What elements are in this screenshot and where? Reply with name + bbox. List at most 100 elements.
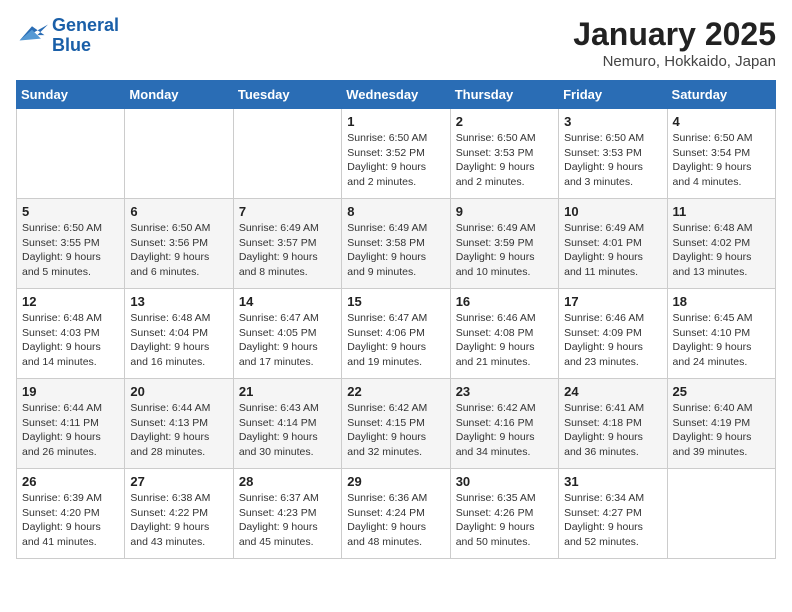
day-number: 30 [456,474,553,489]
page-header: General Blue January 2025 Nemuro, Hokkai… [16,16,776,70]
day-number: 5 [22,204,119,219]
calendar-cell [17,109,125,199]
day-number: 26 [22,474,119,489]
day-info: Sunrise: 6:37 AM Sunset: 4:23 PM Dayligh… [239,491,336,550]
day-info: Sunrise: 6:50 AM Sunset: 3:53 PM Dayligh… [564,131,661,190]
day-number: 18 [673,294,770,309]
day-number: 19 [22,384,119,399]
day-number: 31 [564,474,661,489]
calendar-cell: 23 Sunrise: 6:42 AM Sunset: 4:16 PM Dayli… [450,379,558,469]
day-info: Sunrise: 6:48 AM Sunset: 4:02 PM Dayligh… [673,221,770,280]
calendar-cell [667,469,775,559]
day-info: Sunrise: 6:49 AM Sunset: 3:58 PM Dayligh… [347,221,444,280]
calendar-cell: 18 Sunrise: 6:45 AM Sunset: 4:10 PM Dayli… [667,289,775,379]
calendar-cell: 22 Sunrise: 6:42 AM Sunset: 4:15 PM Dayli… [342,379,450,469]
calendar-title: January 2025 [573,16,776,53]
calendar-week-row: 19Sunrise: 6:44 AM Sunset: 4:11 PM Dayli… [17,379,776,469]
calendar-cell: 16 Sunrise: 6:46 AM Sunset: 4:08 PM Dayli… [450,289,558,379]
calendar-cell: 5 Sunrise: 6:50 AM Sunset: 3:55 PM Daylig… [17,199,125,289]
day-number: 1 [347,114,444,129]
day-number: 13 [130,294,227,309]
day-of-week-header: Friday [559,81,667,109]
day-of-week-header: Wednesday [342,81,450,109]
day-number: 7 [239,204,336,219]
day-info: Sunrise: 6:34 AM Sunset: 4:27 PM Dayligh… [564,491,661,550]
day-info: Sunrise: 6:50 AM Sunset: 3:52 PM Dayligh… [347,131,444,190]
calendar-cell: 12 Sunrise: 6:48 AM Sunset: 4:03 PM Dayli… [17,289,125,379]
day-info: Sunrise: 6:48 AM Sunset: 4:03 PM Dayligh… [22,311,119,370]
day-number: 16 [456,294,553,309]
day-info: Sunrise: 6:46 AM Sunset: 4:08 PM Dayligh… [456,311,553,370]
day-info: Sunrise: 6:40 AM Sunset: 4:19 PM Dayligh… [673,401,770,460]
calendar-cell: 6Sunrise: 6:50 AM Sunset: 3:56 PM Daylig… [125,199,233,289]
calendar-cell: 4 Sunrise: 6:50 AM Sunset: 3:54 PM Daylig… [667,109,775,199]
calendar-cell: 3Sunrise: 6:50 AM Sunset: 3:53 PM Daylig… [559,109,667,199]
calendar-cell [125,109,233,199]
day-of-week-header: Saturday [667,81,775,109]
calendar-cell: 24 Sunrise: 6:41 AM Sunset: 4:18 PM Dayli… [559,379,667,469]
day-of-week-header: Tuesday [233,81,341,109]
day-number: 10 [564,204,661,219]
day-number: 17 [564,294,661,309]
day-number: 28 [239,474,336,489]
day-info: Sunrise: 6:48 AM Sunset: 4:04 PM Dayligh… [130,311,227,370]
day-info: Sunrise: 6:41 AM Sunset: 4:18 PM Dayligh… [564,401,661,460]
day-number: 29 [347,474,444,489]
calendar-cell: 14Sunrise: 6:47 AM Sunset: 4:05 PM Dayli… [233,289,341,379]
day-number: 23 [456,384,553,399]
day-info: Sunrise: 6:39 AM Sunset: 4:20 PM Dayligh… [22,491,119,550]
day-info: Sunrise: 6:47 AM Sunset: 4:06 PM Dayligh… [347,311,444,370]
calendar-cell: 19Sunrise: 6:44 AM Sunset: 4:11 PM Dayli… [17,379,125,469]
day-of-week-header: Thursday [450,81,558,109]
day-number: 20 [130,384,227,399]
calendar-week-row: 5 Sunrise: 6:50 AM Sunset: 3:55 PM Daylig… [17,199,776,289]
calendar-cell: 1 Sunrise: 6:50 AM Sunset: 3:52 PM Daylig… [342,109,450,199]
day-info: Sunrise: 6:47 AM Sunset: 4:05 PM Dayligh… [239,311,336,370]
calendar-cell: 7 Sunrise: 6:49 AM Sunset: 3:57 PM Daylig… [233,199,341,289]
calendar-cell: 13 Sunrise: 6:48 AM Sunset: 4:04 PM Dayli… [125,289,233,379]
day-number: 4 [673,114,770,129]
day-of-week-header: Sunday [17,81,125,109]
day-info: Sunrise: 6:42 AM Sunset: 4:16 PM Dayligh… [456,401,553,460]
day-number: 25 [673,384,770,399]
day-info: Sunrise: 6:45 AM Sunset: 4:10 PM Dayligh… [673,311,770,370]
calendar-cell: 30Sunrise: 6:35 AM Sunset: 4:26 PM Dayli… [450,469,558,559]
calendar-cell: 27 Sunrise: 6:38 AM Sunset: 4:22 PM Dayli… [125,469,233,559]
day-number: 24 [564,384,661,399]
day-number: 11 [673,204,770,219]
day-info: Sunrise: 6:50 AM Sunset: 3:53 PM Dayligh… [456,131,553,190]
day-info: Sunrise: 6:38 AM Sunset: 4:22 PM Dayligh… [130,491,227,550]
day-number: 27 [130,474,227,489]
calendar-cell: 2Sunrise: 6:50 AM Sunset: 3:53 PM Daylig… [450,109,558,199]
calendar-cell: 20Sunrise: 6:44 AM Sunset: 4:13 PM Dayli… [125,379,233,469]
logo: General Blue [16,16,119,56]
day-number: 22 [347,384,444,399]
calendar-cell: 15 Sunrise: 6:47 AM Sunset: 4:06 PM Dayli… [342,289,450,379]
day-info: Sunrise: 6:50 AM Sunset: 3:54 PM Dayligh… [673,131,770,190]
day-number: 6 [130,204,227,219]
calendar-cell: 11 Sunrise: 6:48 AM Sunset: 4:02 PM Dayli… [667,199,775,289]
calendar-header-row: SundayMondayTuesdayWednesdayThursdayFrid… [17,81,776,109]
calendar-week-row: 26 Sunrise: 6:39 AM Sunset: 4:20 PM Dayli… [17,469,776,559]
day-info: Sunrise: 6:50 AM Sunset: 3:55 PM Dayligh… [22,221,119,280]
day-info: Sunrise: 6:49 AM Sunset: 4:01 PM Dayligh… [564,221,661,280]
calendar-subtitle: Nemuro, Hokkaido, Japan [573,53,776,70]
day-info: Sunrise: 6:49 AM Sunset: 3:57 PM Dayligh… [239,221,336,280]
calendar-table: SundayMondayTuesdayWednesdayThursdayFrid… [16,80,776,559]
calendar-cell: 31 Sunrise: 6:34 AM Sunset: 4:27 PM Dayli… [559,469,667,559]
day-number: 21 [239,384,336,399]
calendar-week-row: 12 Sunrise: 6:48 AM Sunset: 4:03 PM Dayli… [17,289,776,379]
day-info: Sunrise: 6:43 AM Sunset: 4:14 PM Dayligh… [239,401,336,460]
day-info: Sunrise: 6:36 AM Sunset: 4:24 PM Dayligh… [347,491,444,550]
day-info: Sunrise: 6:49 AM Sunset: 3:59 PM Dayligh… [456,221,553,280]
day-number: 9 [456,204,553,219]
day-number: 12 [22,294,119,309]
day-number: 15 [347,294,444,309]
day-info: Sunrise: 6:46 AM Sunset: 4:09 PM Dayligh… [564,311,661,370]
day-info: Sunrise: 6:42 AM Sunset: 4:15 PM Dayligh… [347,401,444,460]
calendar-cell: 10 Sunrise: 6:49 AM Sunset: 4:01 PM Dayli… [559,199,667,289]
calendar-cell: 29 Sunrise: 6:36 AM Sunset: 4:24 PM Dayli… [342,469,450,559]
calendar-cell: 9 Sunrise: 6:49 AM Sunset: 3:59 PM Daylig… [450,199,558,289]
calendar-cell: 21 Sunrise: 6:43 AM Sunset: 4:14 PM Dayli… [233,379,341,469]
calendar-cell: 26 Sunrise: 6:39 AM Sunset: 4:20 PM Dayli… [17,469,125,559]
